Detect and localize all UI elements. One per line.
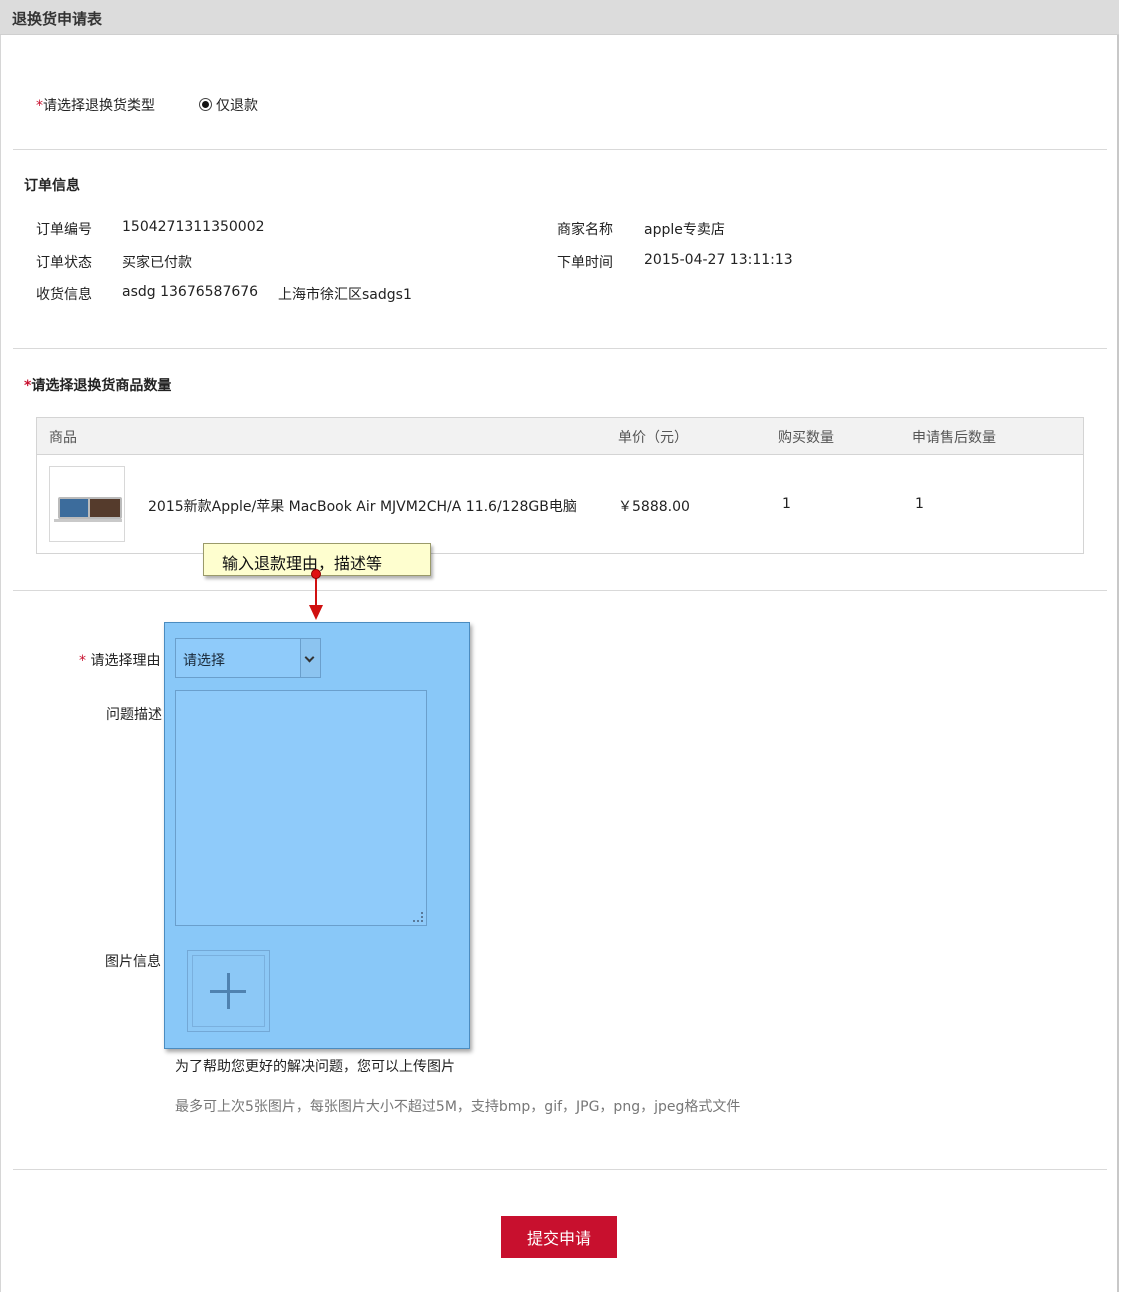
shipping-contact: asdg 13676587676 xyxy=(122,284,259,300)
page-title: 退换货申请表 xyxy=(12,10,103,28)
radio-label: 仅退款 xyxy=(216,98,258,114)
reason-select[interactable]: 请选择 xyxy=(175,638,321,678)
col-header-product: 商品 xyxy=(49,430,77,446)
upload-limit-text: 最多可上次5张图片，每张图片大小不超过5M，支持bmp，gif，JPG，png，… xyxy=(175,1099,741,1115)
resize-grip-icon[interactable] xyxy=(413,912,423,922)
type-label-text: 请选择退换货类型 xyxy=(43,98,155,114)
product-name[interactable]: 2015新款Apple/苹果 MacBook Air MJVM2CH/A 11.… xyxy=(148,496,577,516)
items-heading-text: 请选择退换货商品数量 xyxy=(31,378,172,394)
divider xyxy=(13,348,1107,349)
reason-label: * 请选择理由 xyxy=(79,650,160,670)
reason-select-value: 请选择 xyxy=(183,653,225,669)
col-header-apply-qty: 申请售后数量 xyxy=(912,430,996,446)
col-header-qty: 购买数量 xyxy=(778,430,834,446)
order-info-heading: 订单信息 xyxy=(24,178,80,194)
shipping-label: 收货信息 xyxy=(36,287,92,303)
divider xyxy=(13,590,1107,591)
order-time-label: 下单时间 xyxy=(557,255,613,271)
divider xyxy=(13,1169,1107,1170)
page-title-bar: 退换货申请表 xyxy=(0,0,1119,35)
order-status-value: 买家已付款 xyxy=(122,255,192,271)
order-time-value: 2015-04-27 13:11:13 xyxy=(644,252,793,268)
table-header: 商品 单价（元） 购买数量 申请售后数量 xyxy=(37,418,1083,455)
merchant-label: 商家名称 xyxy=(557,222,613,238)
annotation-arrow-icon xyxy=(309,605,323,620)
product-thumbnail[interactable] xyxy=(49,466,125,542)
laptop-image-icon xyxy=(58,497,92,519)
shipping-address: 上海市徐汇区sadgs1 xyxy=(278,287,412,303)
description-label: 问题描述 xyxy=(106,707,162,723)
order-no-value: 1504271311350002 xyxy=(122,219,265,235)
radio-refund-only[interactable]: 仅退款 xyxy=(199,95,258,115)
submit-button[interactable]: 提交申请 xyxy=(501,1216,617,1258)
merchant-value: apple专卖店 xyxy=(644,222,725,238)
product-apply-qty[interactable]: 1 xyxy=(915,496,924,512)
items-heading: *请选择退换货商品数量 xyxy=(24,375,171,395)
order-status-label: 订单状态 xyxy=(36,255,92,271)
tooltip-text: 输入退款理由，描述等 xyxy=(222,554,383,573)
items-table: 商品 单价（元） 购买数量 申请售后数量 2015新款Apple/苹果 MacB… xyxy=(36,417,1084,554)
laptop-image-icon xyxy=(88,497,122,519)
divider xyxy=(13,149,1107,150)
annotation-arrow-line xyxy=(315,578,317,608)
image-label: 图片信息 xyxy=(105,954,161,970)
reason-label-text: 请选择理由 xyxy=(90,653,161,669)
type-label: *请选择退换货类型 xyxy=(36,95,155,115)
upload-image-button[interactable] xyxy=(187,950,270,1032)
product-qty: 1 xyxy=(782,496,791,512)
laptop-base xyxy=(54,519,122,522)
description-textarea[interactable] xyxy=(175,690,427,926)
required-mark: * xyxy=(79,653,86,669)
radio-dot-icon[interactable] xyxy=(199,98,212,111)
upload-help-text: 为了帮助您更好的解决问题，您可以上传图片 xyxy=(175,1059,455,1075)
product-price: ￥5888.00 xyxy=(618,499,690,515)
chevron-down-icon[interactable] xyxy=(300,639,320,677)
plus-icon xyxy=(227,973,230,1009)
col-header-price: 单价（元） xyxy=(618,430,688,446)
order-no-label: 订单编号 xyxy=(36,222,92,238)
annotation-dot-icon xyxy=(311,569,321,579)
required-mark: * xyxy=(36,98,43,114)
